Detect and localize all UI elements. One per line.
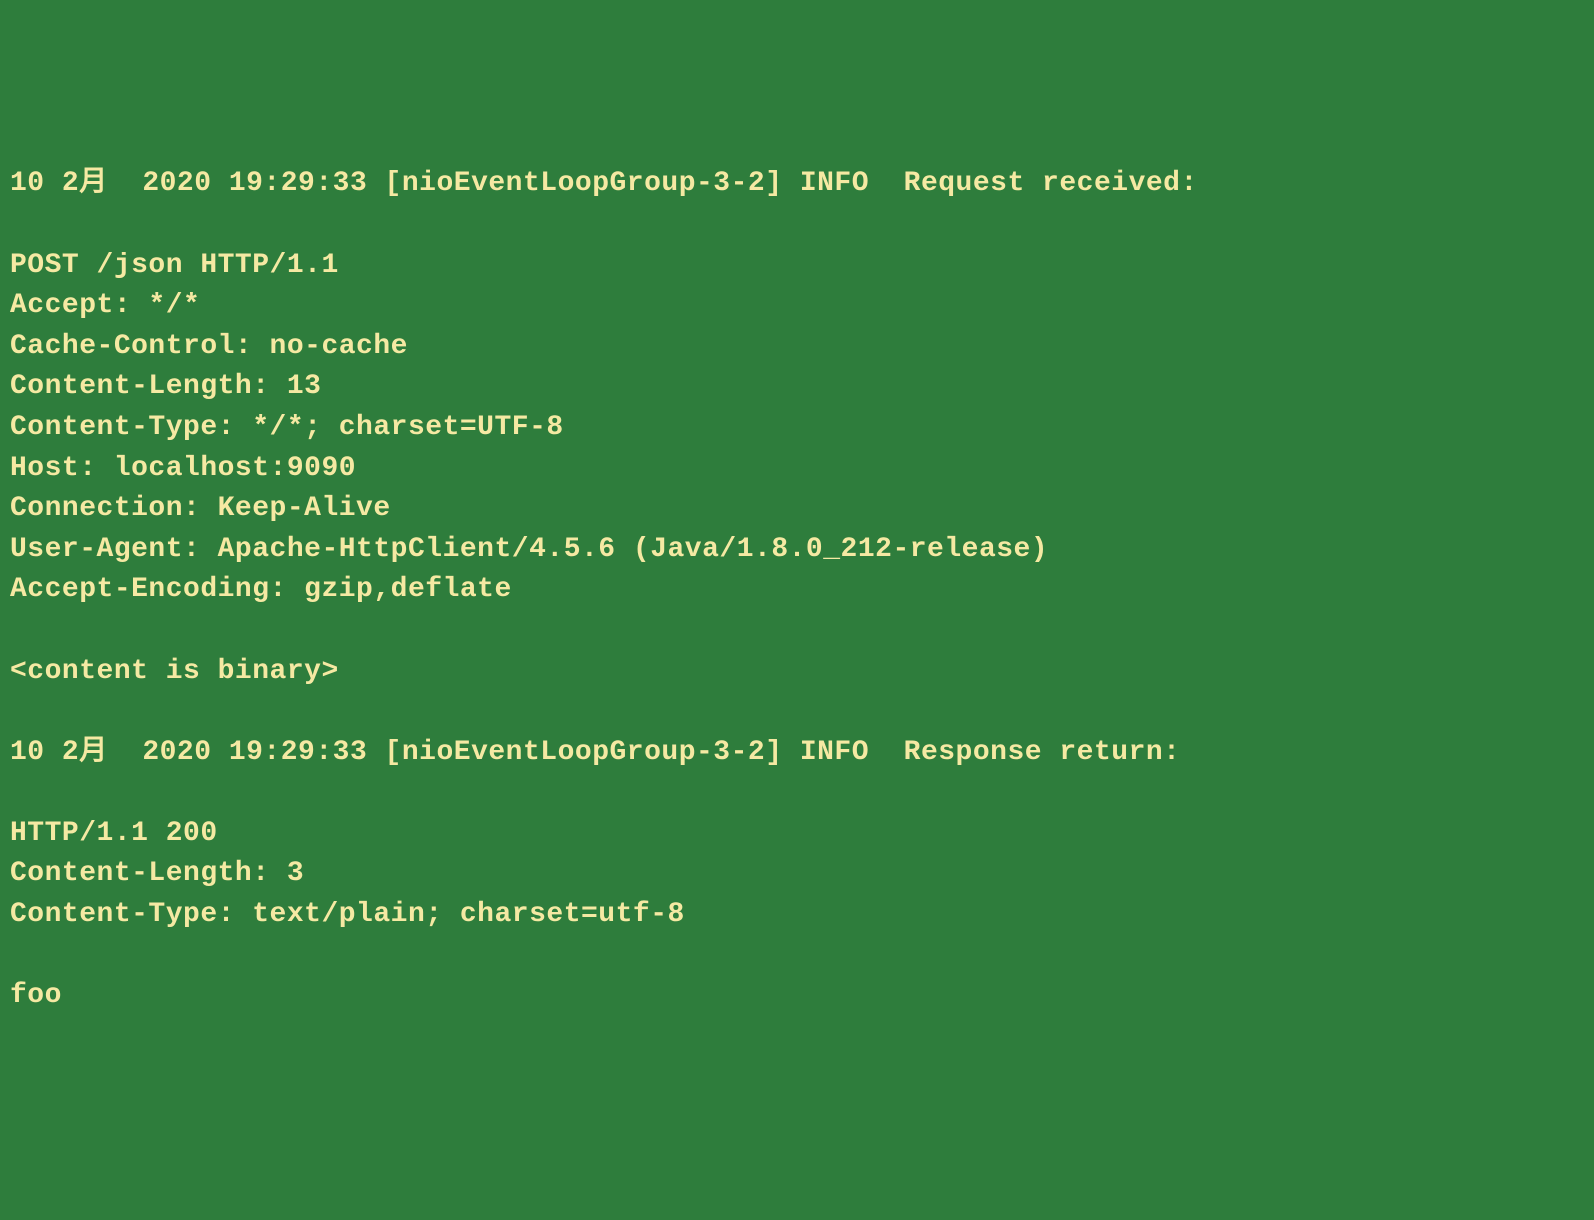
terminal-line (10, 692, 1584, 733)
terminal-line: Content-Type: text/plain; charset=utf-8 (10, 895, 1584, 936)
terminal-line: HTTP/1.1 200 (10, 814, 1584, 855)
terminal-line: Accept-Encoding: gzip,deflate (10, 570, 1584, 611)
terminal-output: 10 2月 2020 19:29:33 [nioEventLoopGroup-3… (10, 164, 1584, 1016)
terminal-line (10, 773, 1584, 814)
terminal-line: Host: localhost:9090 (10, 449, 1584, 490)
terminal-line: Content-Length: 3 (10, 854, 1584, 895)
terminal-line: Cache-Control: no-cache (10, 327, 1584, 368)
terminal-line: 10 2月 2020 19:29:33 [nioEventLoopGroup-3… (10, 733, 1584, 774)
terminal-line: Content-Type: */*; charset=UTF-8 (10, 408, 1584, 449)
terminal-line: <content is binary> (10, 652, 1584, 693)
terminal-line: Content-Length: 13 (10, 367, 1584, 408)
terminal-line (10, 936, 1584, 977)
terminal-line: Accept: */* (10, 286, 1584, 327)
terminal-line: Connection: Keep-Alive (10, 489, 1584, 530)
terminal-line: User-Agent: Apache-HttpClient/4.5.6 (Jav… (10, 530, 1584, 571)
terminal-line: 10 2月 2020 19:29:33 [nioEventLoopGroup-3… (10, 164, 1584, 205)
terminal-line (10, 205, 1584, 246)
terminal-line: foo (10, 976, 1584, 1017)
terminal-line: POST /json HTTP/1.1 (10, 246, 1584, 287)
terminal-line (10, 611, 1584, 652)
